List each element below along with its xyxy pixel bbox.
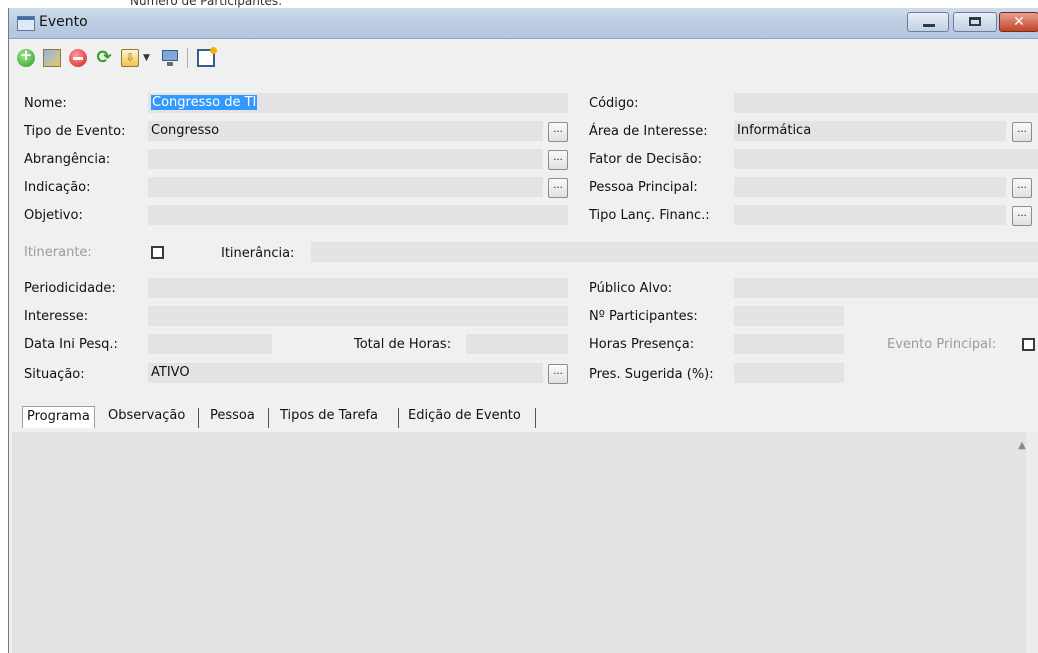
pres-sugerida-field[interactable]: [734, 363, 844, 383]
screen-icon[interactable]: [161, 49, 179, 67]
evento-principal-label: Evento Principal:: [887, 337, 997, 352]
nome-value: Congresso de TI: [151, 95, 258, 110]
indicacao-lookup-button[interactable]: ...: [548, 178, 568, 198]
tab-separator: [198, 408, 199, 428]
tab-separator: [535, 408, 536, 428]
area-interesse-field[interactable]: Informática: [734, 121, 1006, 141]
tab-programa[interactable]: Programa: [22, 406, 95, 428]
abrangencia-label: Abrangência:: [24, 152, 111, 167]
horas-presenca-label: Horas Presença:: [589, 337, 695, 352]
edit-icon[interactable]: [43, 49, 61, 67]
pessoa-principal-field[interactable]: [734, 177, 1006, 197]
tab-separator: [398, 408, 399, 428]
new-window-icon[interactable]: [197, 47, 217, 67]
situacao-field[interactable]: ATIVO: [148, 363, 543, 383]
pessoa-principal-lookup-button[interactable]: ...: [1012, 178, 1032, 198]
objetivo-field[interactable]: [148, 205, 568, 225]
tab-tipos-de-tarefa[interactable]: Tipos de Tarefa: [276, 406, 382, 428]
tipo-evento-field[interactable]: Congresso: [148, 121, 543, 141]
itinerancia-label: Itinerância:: [221, 246, 295, 261]
tipo-evento-label: Tipo de Evento:: [24, 124, 126, 139]
nome-field[interactable]: Congresso de TI: [148, 93, 568, 113]
tab-edicao-de-evento[interactable]: Edição de Evento: [404, 406, 525, 428]
abrangencia-lookup-button[interactable]: ...: [548, 150, 568, 170]
itinerante-checkbox[interactable]: [151, 246, 164, 259]
horas-presenca-field[interactable]: [734, 334, 844, 354]
data-ini-pesq-field[interactable]: [148, 334, 272, 354]
import-icon[interactable]: ⇩: [121, 49, 139, 67]
interesse-field[interactable]: [148, 306, 568, 326]
tab-pessoa[interactable]: Pessoa: [206, 406, 259, 428]
background-label-fragment: Número de Participantes:: [130, 0, 283, 8]
minimize-button[interactable]: [907, 12, 949, 32]
publico-alvo-field[interactable]: [734, 278, 1038, 298]
tipo-lanc-financ-lookup-button[interactable]: ...: [1012, 206, 1032, 226]
pres-sugerida-label: Pres. Sugerida (%):: [589, 367, 714, 382]
area-interesse-lookup-button[interactable]: ...: [1012, 122, 1032, 142]
toolbar: ⟳ ⇩ ▼: [9, 39, 1038, 77]
tipo-evento-lookup-button[interactable]: ...: [548, 122, 568, 142]
n-participantes-label: Nº Participantes:: [589, 309, 698, 324]
vertical-scrollbar[interactable]: [1026, 432, 1038, 653]
close-icon: ✕: [1013, 14, 1025, 30]
codigo-label: Código:: [589, 96, 639, 111]
tab-separator: [268, 408, 269, 428]
periodicidade-label: Periodicidade:: [24, 281, 116, 296]
toolbar-separator: [187, 48, 188, 68]
tab-observacao[interactable]: Observação: [104, 406, 189, 428]
codigo-field[interactable]: [734, 93, 1038, 113]
data-ini-pesq-label: Data Ini Pesq.:: [24, 337, 118, 352]
situacao-lookup-button[interactable]: ...: [548, 364, 568, 384]
itinerancia-field[interactable]: [311, 242, 1038, 262]
publico-alvo-label: Público Alvo:: [589, 281, 673, 296]
situacao-label: Situação:: [24, 367, 85, 382]
total-horas-field[interactable]: [466, 334, 568, 354]
minimize-icon: [923, 24, 935, 27]
tipo-lanc-financ-label: Tipo Lanç. Financ.:: [589, 208, 710, 223]
scroll-up-icon[interactable]: ▲: [1016, 440, 1028, 452]
tab-content-panel[interactable]: [12, 432, 1032, 653]
maximize-icon: [969, 17, 981, 26]
total-horas-label: Total de Horas:: [354, 337, 452, 352]
indicacao-field[interactable]: [148, 177, 543, 197]
title-bar[interactable]: Evento ✕: [9, 8, 1038, 39]
indicacao-label: Indicação:: [24, 180, 91, 195]
window-title: Evento: [39, 14, 88, 30]
itinerante-label: Itinerante:: [24, 245, 92, 260]
periodicidade-field[interactable]: [148, 278, 568, 298]
abrangencia-field[interactable]: [148, 149, 543, 169]
tipo-lanc-financ-field[interactable]: [734, 205, 1006, 225]
dropdown-arrow-icon[interactable]: ▼: [143, 53, 153, 63]
close-button[interactable]: ✕: [999, 12, 1038, 32]
evento-principal-checkbox[interactable]: [1022, 338, 1035, 351]
refresh-icon[interactable]: ⟳: [95, 49, 113, 67]
maximize-button[interactable]: [953, 12, 997, 32]
fator-decisao-field[interactable]: [734, 149, 1038, 169]
objetivo-label: Objetivo:: [24, 208, 83, 223]
delete-icon[interactable]: [69, 49, 87, 67]
add-icon[interactable]: [17, 46, 35, 67]
fator-decisao-label: Fator de Decisão:: [589, 152, 703, 167]
area-interesse-label: Área de Interesse:: [589, 124, 708, 139]
nome-label: Nome:: [24, 96, 67, 111]
interesse-label: Interesse:: [24, 309, 89, 324]
window-icon: [17, 16, 35, 31]
pessoa-principal-label: Pessoa Principal:: [589, 180, 698, 195]
n-participantes-field[interactable]: [734, 306, 844, 326]
